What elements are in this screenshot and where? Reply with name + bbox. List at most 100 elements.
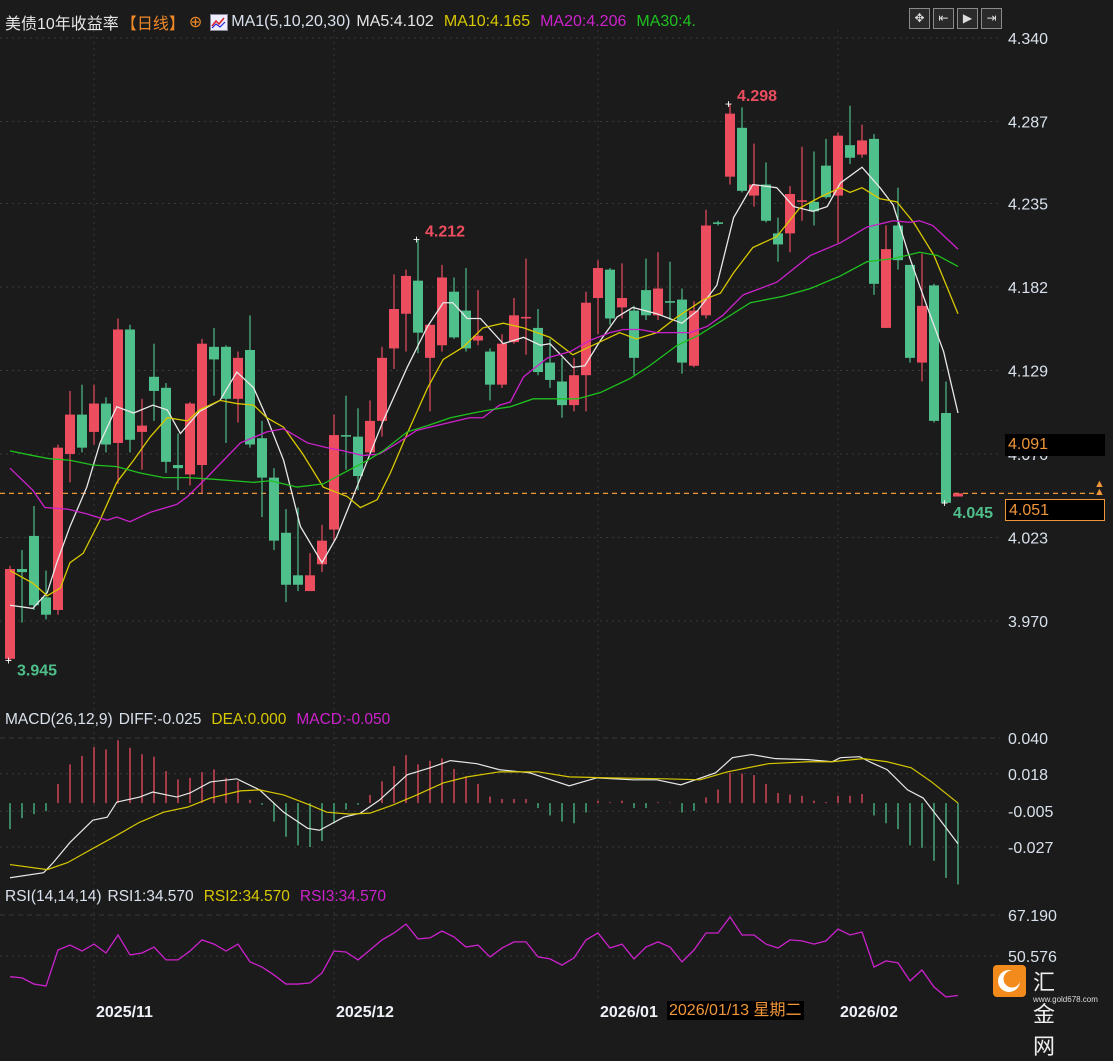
- ma10-value: MA10:4.165: [443, 13, 531, 30]
- macd-tick-label: 0.018: [1008, 767, 1048, 784]
- candle-body: [797, 200, 807, 202]
- date-label: 2026/02: [840, 1004, 898, 1020]
- candle: [701, 209, 711, 319]
- candle-body: [317, 540, 327, 565]
- indicator-chart-icon[interactable]: [210, 13, 229, 31]
- price-tick-label: 4.340: [1008, 31, 1048, 48]
- candle-body: [257, 438, 267, 478]
- candle-body: [437, 277, 447, 346]
- candle: [953, 493, 963, 497]
- candle: [869, 134, 879, 295]
- candle-body: [557, 381, 567, 406]
- crosshair-icon[interactable]: ✥: [909, 8, 930, 29]
- candle-body: [125, 329, 135, 440]
- ma10-line: [9, 186, 959, 597]
- candle-body: [677, 299, 687, 363]
- exit-right-icon[interactable]: ⇥: [981, 8, 1002, 29]
- candle: [281, 509, 291, 603]
- candle: [101, 397, 111, 453]
- candle-body: [173, 465, 183, 469]
- logo-url: www.gold678.com: [1033, 995, 1098, 1004]
- candle-body: [5, 569, 15, 659]
- rsi-panel[interactable]: [9, 915, 959, 998]
- candle-body: [665, 301, 675, 303]
- candle: [293, 507, 303, 592]
- candle: [365, 400, 375, 456]
- candle: [761, 162, 771, 223]
- macd-tick-label: -0.027: [1008, 840, 1053, 857]
- candle: [485, 348, 495, 401]
- candle-body: [185, 403, 195, 475]
- candle: [725, 104, 735, 185]
- macd-panel[interactable]: [9, 740, 959, 885]
- candle: [629, 305, 639, 376]
- candle: [149, 343, 159, 421]
- candle-body: [545, 362, 555, 380]
- ma20-line: [9, 220, 959, 523]
- candle-body: [293, 575, 303, 585]
- scroll-to-latest-icon[interactable]: ▲ ▲: [1094, 479, 1105, 498]
- price-tick-label: 4.182: [1008, 280, 1048, 297]
- candle-body: [449, 291, 459, 338]
- candle-body: [749, 184, 759, 196]
- candle-body: [89, 403, 99, 432]
- zoom-range-icon[interactable]: ⇤: [933, 8, 954, 29]
- candle: [65, 390, 75, 483]
- date-label: 2025/11: [96, 1004, 153, 1020]
- ma-indicator-label[interactable]: MA1(5,10,20,30): [231, 13, 350, 31]
- candle: [233, 351, 243, 423]
- extreme-marker: +: [725, 97, 732, 111]
- macd-label[interactable]: MACD(26,12,9): [5, 711, 113, 729]
- logo-mark-icon: [993, 965, 1026, 997]
- candle-body: [197, 343, 207, 466]
- ma30-line: [9, 251, 959, 488]
- price-tick-label: 4.023: [1008, 530, 1048, 547]
- rsi-header: RSI(14,14,14) RSI1:34.570 RSI2:34.570 RS…: [5, 888, 396, 906]
- candle: [917, 253, 927, 382]
- play-icon[interactable]: ▶: [957, 8, 978, 29]
- period-selector[interactable]: 【日线】: [121, 10, 185, 34]
- candle: [809, 151, 819, 226]
- candle-body: [629, 310, 639, 358]
- candle-body: [401, 275, 411, 314]
- candle: [173, 433, 183, 491]
- candle: [461, 268, 471, 352]
- candle: [941, 381, 951, 503]
- candle: [821, 138, 831, 199]
- candle: [413, 239, 423, 354]
- price-tick-label: 3.970: [1008, 614, 1048, 631]
- candle-body: [17, 569, 27, 573]
- candle-body: [365, 420, 375, 453]
- candle-body: [41, 597, 51, 615]
- rsi1-value: RSI1:34.570: [107, 888, 194, 905]
- candle: [569, 357, 579, 412]
- candle-body: [353, 436, 363, 477]
- candle-body: [605, 269, 615, 319]
- candle: [305, 553, 315, 592]
- candle: [905, 264, 915, 363]
- candle: [593, 260, 603, 335]
- price-tick-label: 4.129: [1008, 363, 1048, 380]
- candle-body: [941, 413, 951, 503]
- candle-body: [917, 305, 927, 363]
- hover-price-box: 4.091: [1005, 434, 1105, 456]
- candle-body: [113, 329, 123, 443]
- candle-body: [905, 264, 915, 358]
- candle-body: [389, 309, 399, 349]
- chart-canvas[interactable]: +4.298 + 4.212 +3.945 +4.045 4.340 4.287 4.235…: [0, 0, 1113, 1020]
- price-tick-label: 4.287: [1008, 115, 1048, 132]
- candle: [857, 124, 867, 158]
- macd-tick-label: 0.040: [1008, 731, 1048, 748]
- candle-body: [857, 140, 867, 155]
- candle-body: [521, 316, 531, 319]
- candle: [581, 291, 591, 412]
- candle-body: [29, 535, 39, 606]
- add-indicator-icon[interactable]: ⊕: [189, 12, 202, 32]
- rsi-tick-label: 67.190: [1008, 908, 1057, 925]
- chart-header: 美债10年收益率 【日线】 ⊕ MA1(5,10,20,30) MA5:4.10…: [5, 10, 706, 34]
- candle: [509, 297, 519, 344]
- candle-body: [137, 425, 147, 432]
- rsi-label[interactable]: RSI(14,14,14): [5, 888, 102, 906]
- candle: [17, 550, 27, 623]
- candlestick-panel[interactable]: +4.298 + 4.212 +3.945 +4.045: [0, 88, 1100, 679]
